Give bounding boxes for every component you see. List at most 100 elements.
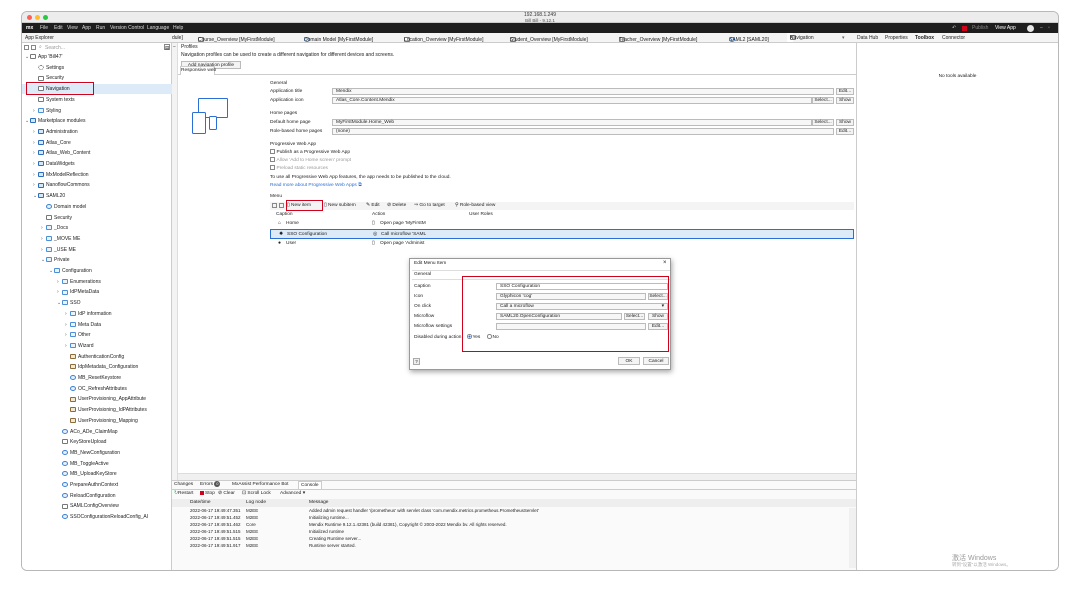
explorer-item[interactable]: › Other [22, 330, 172, 340]
menu-expand-icon[interactable] [279, 203, 284, 208]
menu-view[interactable]: View [67, 25, 78, 31]
explorer-item[interactable]: › _USE ME [22, 245, 172, 255]
tab-overflow-icon[interactable]: ▾ [842, 35, 845, 41]
application-title-field[interactable]: Mendix [332, 88, 834, 95]
explorer-item[interactable]: › Styling [22, 106, 172, 116]
maximize-app-icon[interactable]: ▫ [1048, 25, 1050, 31]
gutter-collapse-icon[interactable]: − [173, 44, 176, 50]
dialog-help-icon[interactable]: ? [413, 358, 420, 365]
tab-navigation[interactable]: Navigation × [787, 33, 814, 42]
menu-language[interactable]: Language [147, 25, 169, 31]
explorer-options-icon[interactable]: ▤ [164, 44, 170, 50]
explorer-item[interactable]: › Wizard [22, 341, 172, 351]
pwa-preload-checkbox[interactable]: Preload static resources [270, 165, 328, 172]
explorer-search-input[interactable]: Search... [45, 45, 65, 51]
expand-all-icon[interactable] [31, 45, 36, 50]
log-row[interactable]: 2022-06-17 19:49:51.917 M2EE Runtime serve… [172, 543, 848, 549]
go-to-target-button[interactable]: ⇒ Go to target [414, 202, 445, 209]
explorer-item[interactable]: UserProvisioning_IdPAttributes [22, 405, 172, 415]
tab-responsive-web[interactable]: Responsive web [180, 66, 216, 75]
explorer-item[interactable]: › MxModelReflection [22, 170, 172, 180]
explorer-item[interactable]: › NanoflowCommons [22, 180, 172, 190]
explorer-item[interactable]: OC_RefreshAttributes [22, 384, 172, 394]
icon-select-button[interactable]: Select... [812, 97, 834, 104]
restart-button[interactable]: ↻Restart [174, 490, 194, 497]
explorer-item[interactable]: KeyStoreUpload [22, 437, 172, 447]
undo-icon[interactable]: ↶ [952, 25, 956, 31]
explorer-item[interactable]: Domain model [22, 202, 172, 212]
tab-properties[interactable]: Properties [885, 35, 908, 41]
menu-file[interactable]: File [40, 25, 48, 31]
tab-changes[interactable]: Changes [174, 481, 193, 488]
explorer-item[interactable]: › IdPMetaData [22, 287, 172, 297]
explorer-item[interactable]: ACo_ADe_ClaimMap [22, 427, 172, 437]
explorer-item[interactable]: MB_ToggleActive [22, 459, 172, 469]
icon-show-button[interactable]: Show [836, 97, 854, 104]
explorer-item[interactable]: › Atlas_Web_Content [22, 148, 172, 158]
role-home-edit-button[interactable]: Edit... [836, 128, 854, 135]
scroll-lock-button[interactable]: ⊡ Scroll Lock [242, 490, 271, 497]
tab-truncated[interactable]: dule] [172, 35, 183, 41]
menu-item-row[interactable]: ● User ▯ Open page 'Administ [270, 239, 854, 249]
explorer-item[interactable]: › DataWidgets [22, 159, 172, 169]
explorer-item[interactable]: MB_UploadKeyStore [22, 469, 172, 479]
delete-item-button[interactable]: ⊘ Delete [387, 202, 406, 209]
explorer-item[interactable]: Security [22, 213, 172, 223]
explorer-item[interactable]: ReloadConfiguration [22, 491, 172, 501]
explorer-item[interactable]: System texts [22, 95, 172, 105]
explorer-item[interactable]: ⌄ SAML20 [22, 191, 172, 201]
explorer-item[interactable]: ⌄ Private [22, 255, 172, 265]
dialog-close-icon[interactable]: × [663, 260, 667, 266]
edit-item-button[interactable]: ✎ Edit [366, 202, 380, 209]
tab-connector[interactable]: Connector [942, 35, 965, 41]
pwa-allow-prompt-checkbox[interactable]: Allow 'Add to Home screen' prompt [270, 157, 351, 164]
menu-help[interactable]: Help [173, 25, 183, 31]
explorer-item[interactable]: › Meta Data [22, 320, 172, 330]
pwa-read-more-link[interactable]: Read more about Progressive Web Apps ⧉ [270, 182, 362, 189]
pwa-publish-checkbox[interactable]: Publish as a Progressive Web App [270, 149, 350, 156]
home-page-select-button[interactable]: Select... [812, 119, 834, 126]
log-row[interactable]: 2022-06-17 19:49:51.462 Core Mendix Runtim… [172, 522, 848, 528]
explorer-item[interactable]: UserProvisioning_AppAttribute [22, 394, 172, 404]
publish-button[interactable]: Publish [972, 25, 988, 31]
menu-item-row[interactable]: ✹ SSO Configuration ◎ Call microflow 'SAML [270, 229, 854, 239]
explorer-item[interactable]: › _MOVE ME [22, 234, 172, 244]
explorer-item[interactable]: › IdP information [22, 309, 172, 319]
explorer-item[interactable]: MB_NewConfiguration [22, 448, 172, 458]
menu-app[interactable]: App [82, 25, 91, 31]
explorer-item[interactable]: › _Docs [22, 223, 172, 233]
explorer-item[interactable]: › Atlas_Core [22, 138, 172, 148]
minimize-app-icon[interactable]: – [1040, 25, 1043, 31]
menu-edit[interactable]: Edit [54, 25, 63, 31]
clear-button[interactable]: ⊘ Clear [218, 490, 235, 497]
stop-icon[interactable] [962, 25, 967, 31]
menu-run[interactable]: Run [96, 25, 105, 31]
menu-item-row[interactable]: ⌂ Home ▯ Open page 'MyFirstM [270, 219, 854, 229]
view-app-button[interactable]: View App [995, 25, 1016, 31]
collapse-all-icon[interactable] [24, 45, 29, 50]
log-row[interactable]: 2022-06-17 19:49:47.351 M2EE Added admin r… [172, 508, 848, 514]
menu-version-control[interactable]: Version Control [110, 25, 144, 31]
menu-collapse-icon[interactable] [272, 203, 277, 208]
tab-console[interactable]: Console [298, 481, 322, 489]
explorer-item[interactable]: PrepareAuthnContext [22, 480, 172, 490]
tab-data-hub[interactable]: Data Hub [857, 35, 878, 41]
explorer-item[interactable]: IdpMetadata_Configuration [22, 362, 172, 372]
close-tab-icon[interactable]: × [790, 35, 793, 41]
home-page-show-button[interactable]: Show [836, 119, 854, 126]
cancel-button[interactable]: Cancel [643, 357, 669, 365]
explorer-item[interactable]: SSOConfigurationReloadConfig_AI [22, 512, 172, 522]
explorer-item[interactable]: SAMLConfigOverview [22, 501, 172, 511]
tab-toolbox[interactable]: Toolbox [915, 35, 934, 41]
log-row[interactable]: 2022-06-17 19:49:51.515 M2EE Initialized r… [172, 529, 848, 535]
avatar[interactable] [1027, 24, 1034, 32]
log-row[interactable]: 2022-06-17 19:49:51.515 M2EE Creating Runt… [172, 536, 848, 542]
explorer-item[interactable]: AuthenticationConfig [22, 352, 172, 362]
advanced-dropdown[interactable]: Advanced ▾ [280, 490, 305, 497]
explorer-item[interactable]: › Administration [22, 127, 172, 137]
explorer-item[interactable]: UserProvisioning_Mapping [22, 416, 172, 426]
stop-button[interactable]: Stop [200, 490, 215, 497]
ok-button[interactable]: OK [618, 357, 640, 365]
explorer-item[interactable]: ⌄ SSO [22, 298, 172, 308]
default-home-page-field[interactable]: MyFirstModule.Home_Web [332, 119, 812, 126]
